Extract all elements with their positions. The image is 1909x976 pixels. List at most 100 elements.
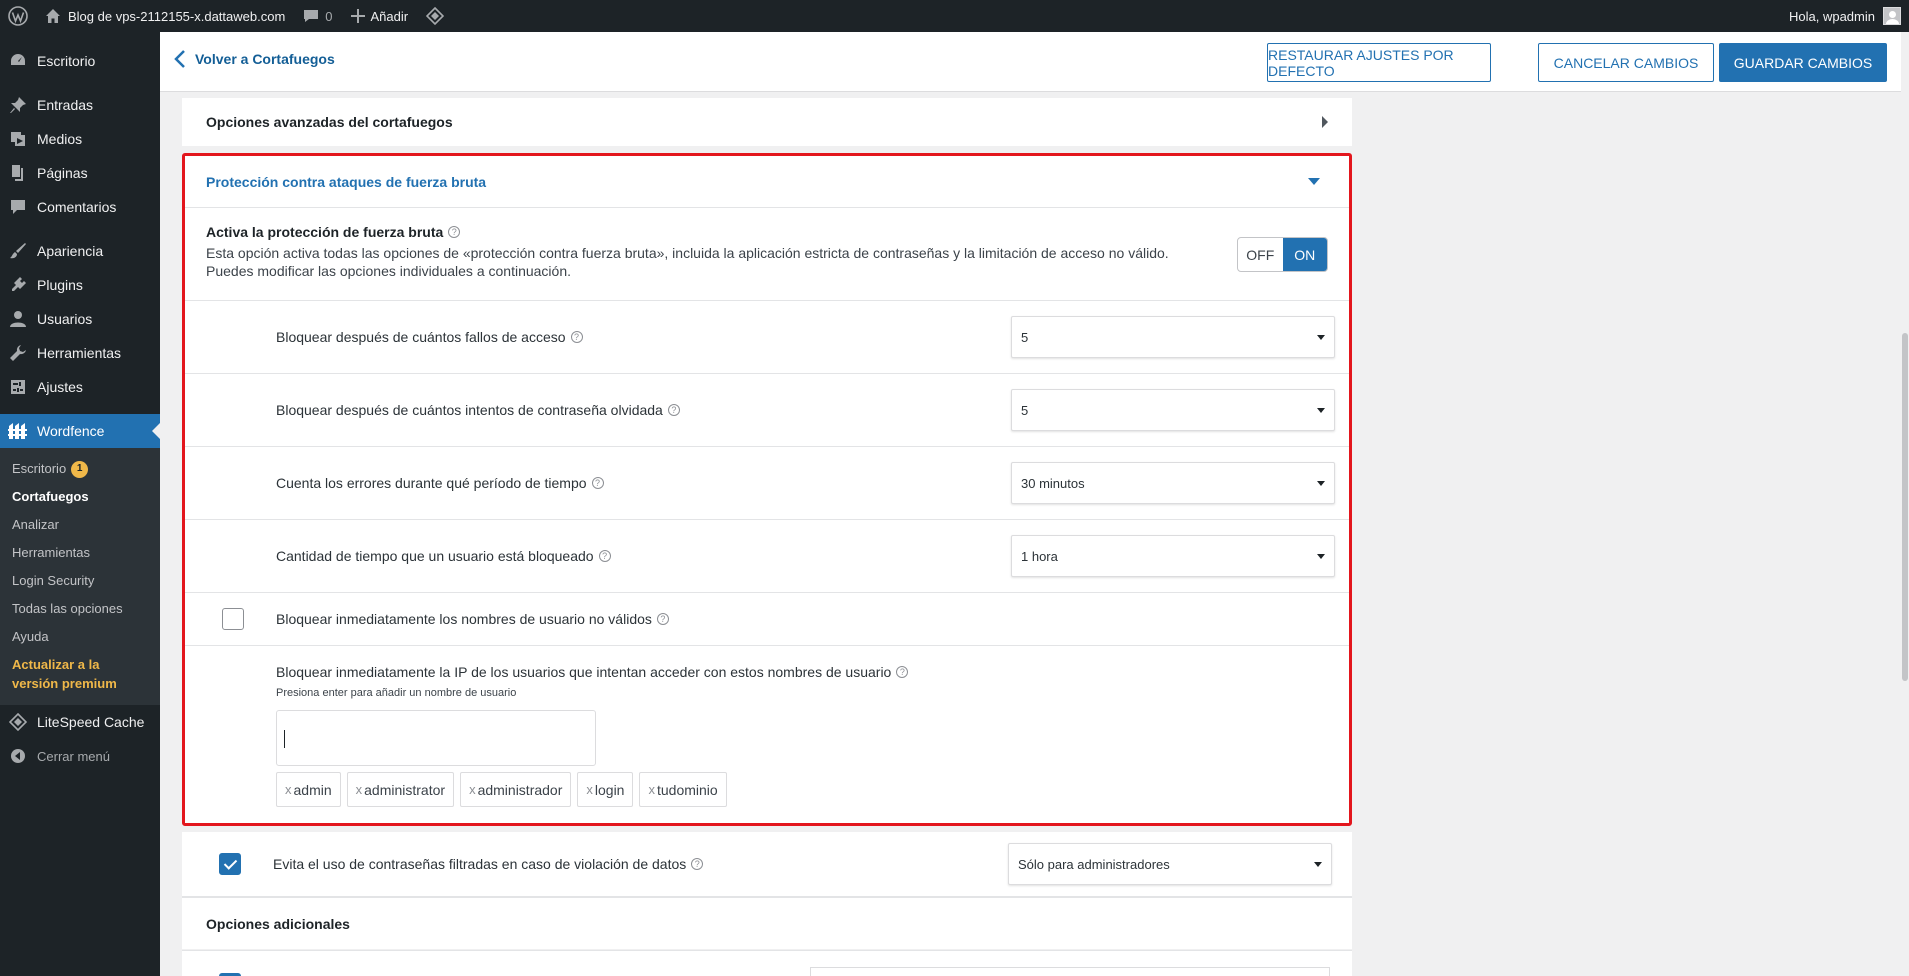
remove-tag-icon[interactable]: x xyxy=(356,782,363,797)
section-title: Opciones avanzadas del cortafuegos xyxy=(206,114,453,130)
sidebar-item-herramientas[interactable]: Herramientas xyxy=(0,336,160,370)
save-changes-button[interactable]: GUARDAR CAMBIOS xyxy=(1719,43,1887,82)
back-to-firewall-link[interactable]: Volver a Cortafuegos xyxy=(174,49,335,69)
option-label: Cantidad de tiempo que un usuario está b… xyxy=(276,548,611,564)
sidebar-item-usuarios[interactable]: Usuarios xyxy=(0,302,160,336)
dropdown-caret-icon xyxy=(1317,407,1325,413)
toggle-off-option[interactable]: OFF xyxy=(1238,238,1283,271)
wordfence-icon xyxy=(8,421,28,441)
wordfence-submenu: Escritorio 1 Cortafuegos Analizar Herram… xyxy=(0,448,160,705)
sidebar-item-label: Entradas xyxy=(37,97,94,113)
wrench-icon xyxy=(8,343,28,363)
notification-badge: 1 xyxy=(71,460,89,478)
username-tag-list: x admin x administrator x administrador x lo… xyxy=(276,772,1349,807)
sidebar-item-ajustes[interactable]: Ajustes xyxy=(0,370,160,404)
leaked-passwords-checkbox[interactable] xyxy=(219,853,241,875)
help-icon[interactable]: ? xyxy=(691,858,704,870)
dropdown-caret-icon xyxy=(1317,553,1325,559)
litespeed-icon xyxy=(8,712,28,732)
sidebar-item-plugins[interactable]: Plugins xyxy=(0,268,160,302)
sidebar-item-label: Apariencia xyxy=(37,243,104,259)
sidebar-item-label: Plugins xyxy=(37,277,83,293)
sidebar-item-comentarios[interactable]: Comentarios xyxy=(0,190,160,224)
sidebar-item-paginas[interactable]: Páginas xyxy=(0,156,160,190)
settings-icon xyxy=(8,377,28,397)
submenu-item-herramientas[interactable]: Herramientas xyxy=(0,539,160,567)
option-label: Bloquear inmediatamente los nombres de u… xyxy=(276,611,669,627)
brute-force-section-header[interactable]: Protección contra ataques de fuerza brut… xyxy=(185,156,1349,208)
brush-icon xyxy=(8,241,28,261)
submenu-item-premium[interactable]: Actualizar a la versión premium xyxy=(0,651,160,697)
comments-link[interactable]: 0 xyxy=(294,0,341,32)
add-new-link[interactable]: Añadir xyxy=(342,0,418,32)
option-label: Evita el uso de contraseñas filtradas en… xyxy=(273,856,704,872)
text-cursor xyxy=(284,730,285,748)
help-icon[interactable]: ? xyxy=(656,613,669,625)
help-icon[interactable]: ? xyxy=(598,550,611,562)
option-label: Bloquear inmediatamente la IP de los usu… xyxy=(276,664,1349,680)
submenu-item-todas-opciones[interactable]: Todas las opciones xyxy=(0,595,160,623)
sidebar-item-wordfence[interactable]: Wordfence xyxy=(0,414,160,448)
remove-tag-icon[interactable]: x xyxy=(648,782,655,797)
dropdown-caret-icon xyxy=(1317,334,1325,340)
leaked-passwords-select[interactable]: Sólo para administradores xyxy=(1008,843,1332,885)
sidebar-item-label: Páginas xyxy=(37,165,88,181)
sidebar-item-label: Wordfence xyxy=(37,423,105,439)
collapse-label: Cerrar menú xyxy=(37,748,110,764)
sidebar-item-medios[interactable]: Medios xyxy=(0,122,160,156)
advanced-firewall-section-header[interactable]: Opciones avanzadas del cortafuegos xyxy=(182,98,1352,146)
brute-force-section: Protección contra ataques de fuerza brut… xyxy=(182,153,1352,826)
brute-force-toggle[interactable]: OFF ON xyxy=(1237,237,1328,272)
lockout-failures-select[interactable]: 5 xyxy=(1011,316,1335,358)
block-invalid-usernames-checkbox[interactable] xyxy=(222,608,244,630)
help-icon[interactable]: ? xyxy=(896,666,909,678)
toggle-on-option[interactable]: ON xyxy=(1282,238,1327,271)
help-icon[interactable]: ? xyxy=(667,404,680,416)
submenu-item-analizar[interactable]: Analizar xyxy=(0,511,160,539)
restore-defaults-button[interactable]: RESTAURAR AJUSTES POR DEFECTO xyxy=(1267,43,1491,82)
section-title: Protección contra ataques de fuerza brut… xyxy=(206,173,487,190)
avatar xyxy=(1883,7,1901,25)
sidebar-item-escritorio[interactable]: Escritorio xyxy=(0,44,160,78)
sidebar-item-litespeed[interactable]: LiteSpeed Cache xyxy=(0,705,160,739)
help-icon[interactable]: ? xyxy=(570,331,583,343)
username-tag: x administrator xyxy=(346,772,455,807)
submenu-item-cortafuegos[interactable]: Cortafuegos xyxy=(0,483,160,511)
wordpress-logo-icon[interactable] xyxy=(0,0,36,32)
enable-brute-force-row: Activa la protección de fuerza bruta ? E… xyxy=(185,208,1349,301)
user-icon xyxy=(8,309,28,329)
media-icon xyxy=(8,129,28,149)
site-name-link[interactable]: Blog de vps-2112155-x.dattaweb.com xyxy=(36,0,294,32)
litespeed-adminbar-icon[interactable] xyxy=(417,0,453,32)
help-icon[interactable]: ? xyxy=(591,477,604,489)
lockout-forgot-password-select[interactable]: 5 xyxy=(1011,389,1335,431)
scrollbar-thumb[interactable] xyxy=(1902,333,1908,681)
username-tag: x administrador xyxy=(460,772,572,807)
block-ip-usernames-row: Bloquear inmediatamente la IP de los usu… xyxy=(185,646,1349,807)
cancel-changes-button[interactable]: CANCELAR CAMBIOS xyxy=(1538,43,1714,82)
submenu-item-ayuda[interactable]: Ayuda xyxy=(0,623,160,651)
back-label: Volver a Cortafuegos xyxy=(195,51,335,67)
count-failures-period-select[interactable]: 30 minutos xyxy=(1011,462,1335,504)
site-name: Blog de vps-2112155-x.dattaweb.com xyxy=(68,8,286,24)
partial-select[interactable] xyxy=(810,967,1330,976)
username-tag-input[interactable] xyxy=(276,710,596,766)
sidebar-item-entradas[interactable]: Entradas xyxy=(0,88,160,122)
section-title: Opciones adicionales xyxy=(206,915,350,932)
sidebar-item-label: Usuarios xyxy=(37,311,93,327)
submenu-item-login-security[interactable]: Login Security xyxy=(0,567,160,595)
my-account[interactable]: Hola, wpadmin xyxy=(1789,7,1909,25)
additional-options-header: Opciones adicionales xyxy=(182,897,1352,949)
submenu-item-escritorio[interactable]: Escritorio 1 xyxy=(0,455,160,483)
collapse-menu-button[interactable]: Cerrar menú xyxy=(0,739,160,773)
remove-tag-icon[interactable]: x xyxy=(586,782,593,797)
remove-tag-icon[interactable]: x xyxy=(469,782,476,797)
lockout-duration-select[interactable]: 1 hora xyxy=(1011,535,1335,577)
sidebar-item-apariencia[interactable]: Apariencia xyxy=(0,234,160,268)
option-label: Bloquear después de cuántos fallos de ac… xyxy=(276,329,583,345)
lockout-duration-row: Cantidad de tiempo que un usuario está b… xyxy=(185,520,1349,593)
sidebar-item-label: Ajustes xyxy=(37,379,83,395)
remove-tag-icon[interactable]: x xyxy=(285,782,292,797)
pin-icon xyxy=(8,95,28,115)
help-icon[interactable]: ? xyxy=(448,226,461,238)
